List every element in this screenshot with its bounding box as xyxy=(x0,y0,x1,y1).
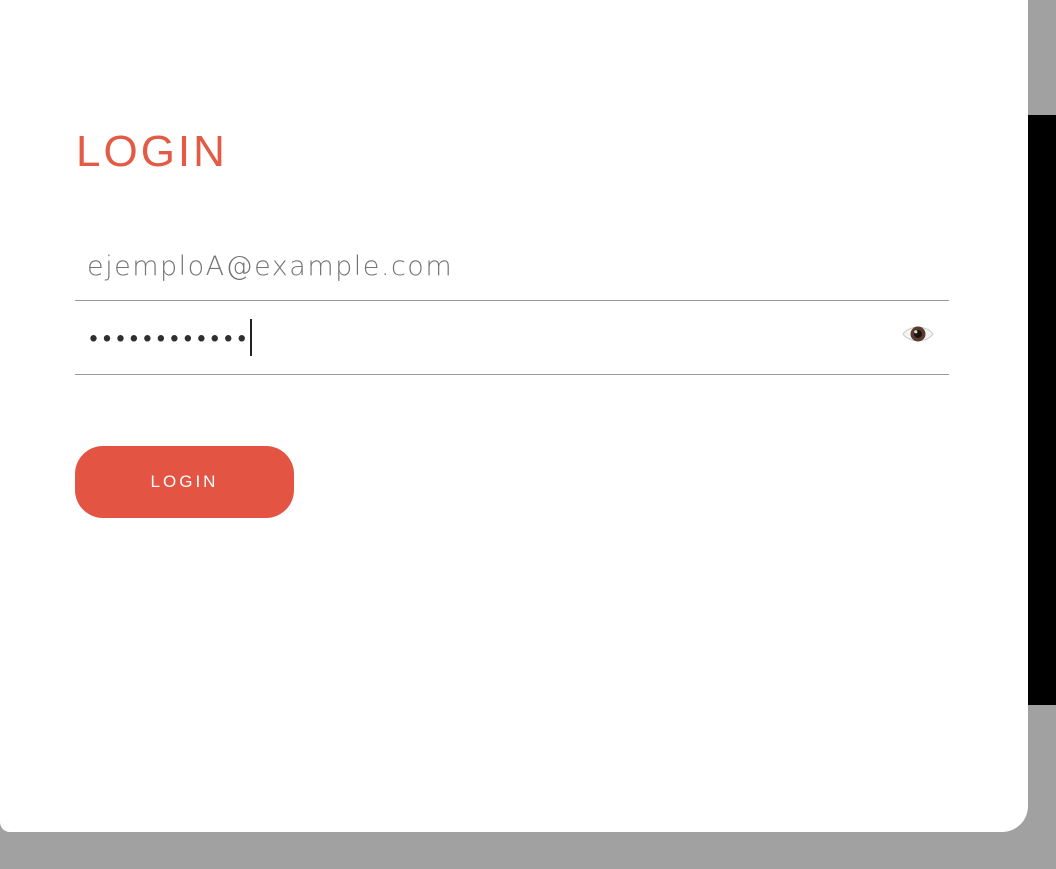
login-button[interactable]: LOGIN xyxy=(75,446,294,518)
email-input[interactable] xyxy=(75,230,949,300)
page-title: LOGIN xyxy=(76,127,228,176)
login-card: LOGIN •••••••••••• LOGIN xyxy=(0,0,1028,832)
page: LOGIN •••••••••••• LOGIN xyxy=(0,0,1056,869)
background-panel xyxy=(1028,115,1056,705)
password-input[interactable]: •••••••••••• xyxy=(87,319,252,359)
email-field[interactable] xyxy=(75,230,949,301)
show-password-toggle[interactable] xyxy=(901,321,935,351)
password-field[interactable]: •••••••••••• xyxy=(75,301,949,375)
password-masked-value: •••••••••••• xyxy=(87,327,249,353)
eye-icon xyxy=(901,321,935,352)
text-caret xyxy=(249,319,252,356)
